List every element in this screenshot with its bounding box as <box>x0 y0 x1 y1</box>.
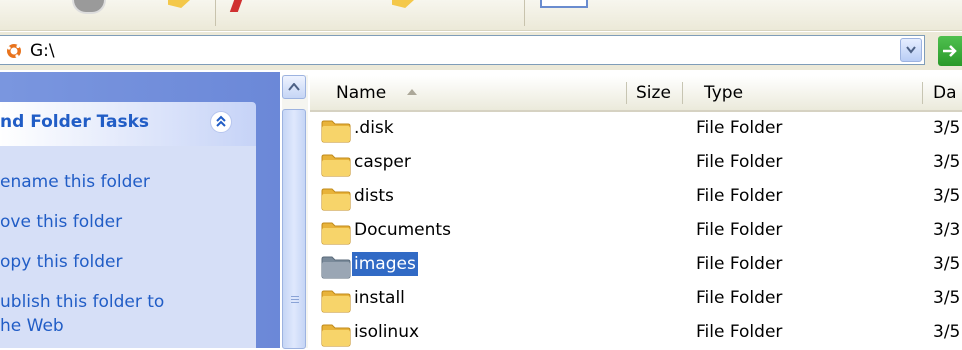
address-path: G:\ <box>30 41 55 61</box>
drive-icon <box>7 44 21 58</box>
arrow-right-icon <box>943 45 957 57</box>
folder-tasks-title: nd Folder Tasks <box>0 112 150 132</box>
file-name[interactable]: Documents <box>352 218 453 242</box>
scroll-up-button[interactable] <box>282 75 306 99</box>
column-size[interactable]: Size <box>636 83 671 103</box>
file-name[interactable]: images <box>352 252 418 276</box>
file-row[interactable]: .disk File Folder 3/5 <box>310 112 962 146</box>
chevron-up-icon <box>288 83 300 91</box>
folder-icon <box>321 290 351 313</box>
go-button[interactable] <box>938 36 962 66</box>
folders-icon[interactable] <box>392 0 414 8</box>
back-button[interactable] <box>72 0 106 14</box>
file-name[interactable]: casper <box>352 150 413 174</box>
folder-icon <box>321 256 351 279</box>
file-row[interactable]: dists File Folder 3/5 <box>310 180 962 214</box>
file-date: 3/5 <box>933 254 961 274</box>
file-date: 3/5 <box>933 288 961 308</box>
file-type: File Folder <box>696 322 783 342</box>
folder-icon <box>321 222 351 245</box>
folder-icon <box>321 188 351 211</box>
file-row[interactable]: isolinux File Folder 3/5 <box>310 316 962 350</box>
file-name[interactable]: dists <box>352 184 396 208</box>
file-type: File Folder <box>696 152 783 172</box>
address-bar: G:\ <box>0 32 962 70</box>
column-header: Name Size Type Da <box>310 76 962 112</box>
toolbar-separator <box>215 0 216 26</box>
file-date: 3/5 <box>933 186 961 206</box>
file-row[interactable]: images File Folder 3/5 <box>310 248 962 282</box>
folder-up-icon[interactable] <box>168 0 190 8</box>
folder-icon <box>321 324 351 347</box>
column-date[interactable]: Da <box>933 83 957 103</box>
publish-folder-link-line2[interactable]: he Web <box>0 316 64 336</box>
sort-ascending-icon <box>407 89 417 95</box>
file-name[interactable]: isolinux <box>352 320 421 344</box>
views-icon[interactable] <box>540 0 588 8</box>
chevron-down-icon <box>906 46 916 54</box>
task-pane: nd Folder Tasks ename this folder ove th… <box>0 72 280 348</box>
file-row[interactable]: install File Folder 3/5 <box>310 282 962 316</box>
grip-icon <box>291 296 299 306</box>
folder-tasks-header[interactable]: nd Folder Tasks <box>0 102 256 146</box>
file-type: File Folder <box>696 254 783 274</box>
column-separator[interactable] <box>626 82 627 104</box>
column-separator[interactable] <box>922 82 923 104</box>
toolbar <box>0 0 962 31</box>
folder-tasks-body: ename this folder ove this folder opy th… <box>0 146 256 348</box>
file-row[interactable]: casper File Folder 3/5 <box>310 146 962 180</box>
double-chevron-up-icon <box>216 115 226 127</box>
file-type: File Folder <box>696 220 783 240</box>
column-separator[interactable] <box>682 82 683 104</box>
file-type: File Folder <box>696 118 783 138</box>
file-date: 3/5 <box>933 118 961 138</box>
file-date: 3/5 <box>933 152 961 172</box>
copy-folder-link[interactable]: opy this folder <box>0 252 122 272</box>
file-name[interactable]: .disk <box>352 116 396 140</box>
scroll-thumb[interactable] <box>282 109 306 349</box>
file-row[interactable]: Documents File Folder 3/3 <box>310 214 962 248</box>
column-name[interactable]: Name <box>336 83 386 103</box>
address-dropdown-button[interactable] <box>900 38 922 62</box>
collapse-button[interactable] <box>210 111 232 133</box>
file-date: 3/3 <box>933 220 961 240</box>
move-folder-link[interactable]: ove this folder <box>0 212 122 232</box>
file-type: File Folder <box>696 288 783 308</box>
file-type: File Folder <box>696 186 783 206</box>
file-date: 3/5 <box>933 322 961 342</box>
toolbar-separator <box>524 0 525 26</box>
search-icon[interactable] <box>229 0 243 12</box>
column-type[interactable]: Type <box>704 83 743 103</box>
folder-icon <box>321 154 351 177</box>
publish-folder-link[interactable]: ublish this folder to <box>0 292 164 312</box>
rename-folder-link[interactable]: ename this folder <box>0 172 150 192</box>
file-name[interactable]: install <box>352 286 407 310</box>
folder-icon <box>321 120 351 143</box>
vertical-scrollbar[interactable] <box>282 75 308 349</box>
address-input[interactable]: G:\ <box>0 35 925 65</box>
